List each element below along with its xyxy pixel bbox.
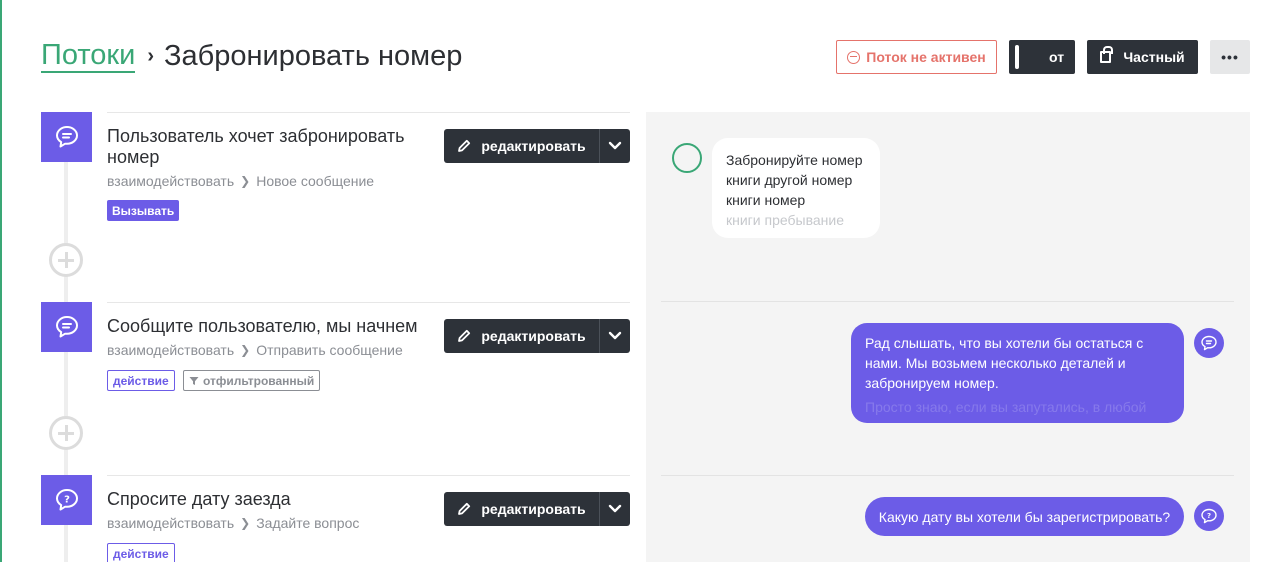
tag-filtered-label: отфильтрованный	[203, 373, 315, 388]
edit-label: редактировать	[481, 138, 586, 154]
flow-inactive-button[interactable]: Поток не активен	[836, 40, 997, 74]
edit-button-group: редактировать	[444, 129, 630, 163]
private-label: Частный	[1123, 49, 1185, 65]
step-title: Спросите дату заезда	[107, 489, 291, 509]
edit-dropdown-toggle[interactable]	[599, 129, 630, 163]
chevron-right-icon: ❯	[240, 516, 251, 530]
ellipsis-icon: •••	[1221, 49, 1239, 65]
chevron-down-icon	[608, 331, 622, 340]
step-meta: взаимодействовать ❯ Отправить сообщение	[107, 342, 403, 358]
pencil-icon	[458, 329, 471, 342]
step-type: взаимодействовать	[107, 515, 235, 531]
chevron-down-icon	[608, 504, 622, 513]
tag-action: действие	[107, 543, 175, 562]
step-divider	[107, 302, 630, 303]
chevron-down-icon	[608, 141, 622, 150]
active-toggle[interactable]: от	[1009, 40, 1075, 74]
left-accent-bar	[0, 0, 2, 562]
bot-message-line: забронируем номер.	[865, 375, 999, 391]
preview-divider	[661, 475, 1234, 476]
breadcrumb: Потоки › Забронировать номер	[41, 38, 462, 74]
add-step-plus-icon[interactable]	[49, 416, 83, 450]
tag-filtered: отфильтрованный	[183, 370, 321, 391]
edit-button-group: редактировать	[444, 319, 630, 353]
lock-icon	[1100, 46, 1113, 63]
user-utterance: книги пребывание	[726, 212, 844, 228]
chevron-right-icon: ›	[147, 44, 154, 67]
step-meta: взаимодействовать ❯ Задайте вопрос	[107, 515, 359, 531]
toggle-knob	[1015, 45, 1019, 69]
user-utterance: книги номер	[726, 192, 806, 208]
user-utterance: книги другой номер	[726, 172, 853, 188]
chevron-right-icon: ❯	[240, 343, 251, 357]
edit-dropdown-toggle[interactable]	[599, 319, 630, 353]
step-divider	[107, 112, 630, 113]
tag-trigger: Вызывать	[107, 200, 180, 221]
svg-text:?: ?	[1207, 512, 1211, 520]
chevron-right-icon: ❯	[240, 174, 251, 188]
edit-button-group: редактировать	[444, 492, 630, 526]
chat-bubble-icon	[41, 112, 92, 162]
bot-message-bubble: Рад слышать, что вы хотели бы остаться с…	[851, 323, 1184, 423]
filter-icon	[189, 376, 199, 385]
minus-circle-icon	[847, 50, 861, 64]
step-subtype: Задайте вопрос	[256, 515, 360, 531]
pencil-icon	[458, 139, 471, 152]
edit-dropdown-toggle[interactable]	[599, 492, 630, 526]
user-avatar-icon	[672, 143, 702, 173]
step-title: Сообщите пользователю, мы начнем	[107, 316, 418, 336]
svg-text:?: ?	[64, 495, 70, 506]
user-utterance: Забронируйте номер	[726, 152, 863, 168]
step-title: Пользователь хочет забронировать номер	[107, 126, 405, 167]
add-step-plus-icon[interactable]	[49, 243, 83, 277]
step-subtype: Отправить сообщение	[256, 342, 403, 358]
pencil-icon	[458, 502, 471, 515]
step-meta: взаимодействовать ❯ Новое сообщение	[107, 173, 374, 189]
tag-action: действие	[107, 370, 175, 391]
user-message-bubble: Забронируйте номер книги другой номер кн…	[712, 138, 880, 238]
edit-button[interactable]: редактировать	[444, 129, 599, 163]
step-subtype: Новое сообщение	[256, 173, 375, 189]
step-type: взаимодействовать	[107, 342, 235, 358]
edit-button[interactable]: редактировать	[444, 492, 599, 526]
edit-label: редактировать	[481, 328, 586, 344]
toggle-label: от	[1049, 49, 1065, 65]
more-options-button[interactable]: •••	[1210, 40, 1250, 74]
question-bubble-icon: ?	[41, 475, 92, 525]
bot-question-icon: ?	[1194, 501, 1224, 531]
edit-button[interactable]: редактировать	[444, 319, 599, 353]
flow-inactive-label: Поток не активен	[866, 49, 986, 65]
bot-question-bubble: Какую дату вы хотели бы зарегистрировать…	[865, 497, 1184, 536]
preview-divider	[661, 301, 1234, 302]
page-title: Забронировать номер	[163, 39, 463, 72]
step-divider	[107, 475, 630, 476]
breadcrumb-flows-link[interactable]: Потоки	[41, 39, 136, 73]
edit-label: редактировать	[481, 501, 586, 517]
chat-bubble-icon	[41, 302, 92, 352]
private-button[interactable]: Частный	[1087, 40, 1198, 74]
bot-message-line-faded: Просто знаю, если вы запутались, в любой	[865, 399, 1147, 415]
bot-message-line: нами. Мы возьмем несколько деталей и	[865, 355, 1126, 371]
bot-chat-icon	[1194, 328, 1224, 358]
step-type: взаимодействовать	[107, 173, 235, 189]
bot-message-line: Рад слышать, что вы хотели бы остаться с	[865, 335, 1144, 351]
